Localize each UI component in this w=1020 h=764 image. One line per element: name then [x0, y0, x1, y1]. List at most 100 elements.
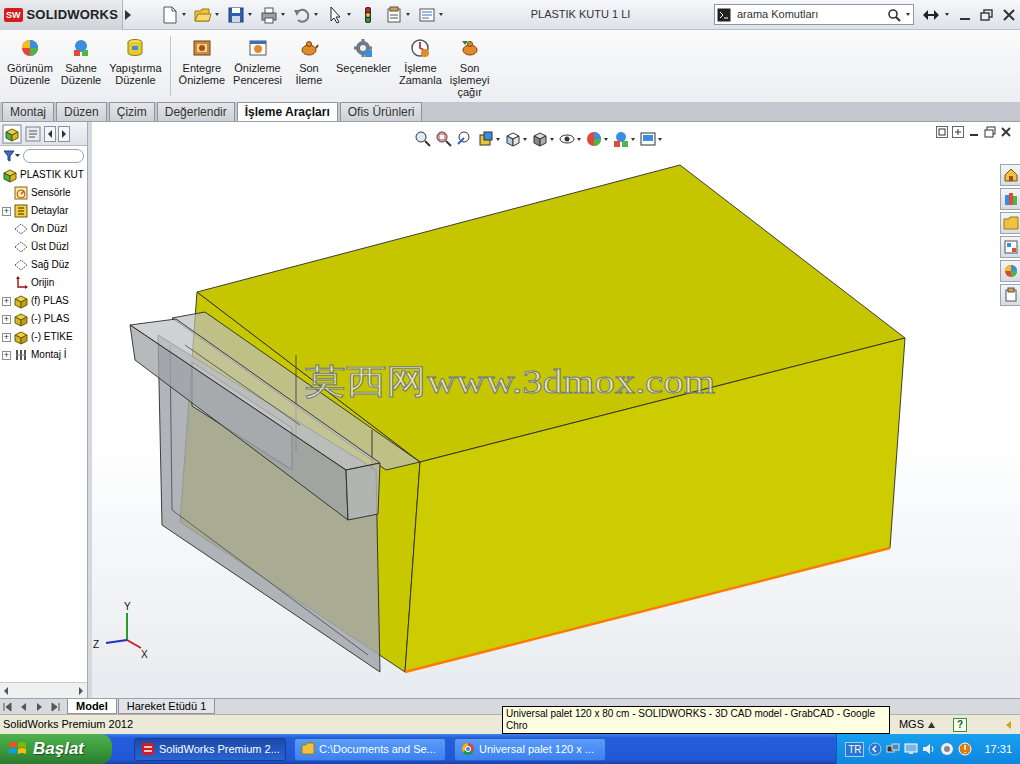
custom-properties-icon[interactable]: [1003, 287, 1019, 303]
tree-item[interactable]: Sensörle: [0, 184, 87, 202]
collapse-status-icon[interactable]: [1005, 720, 1012, 730]
task-pane-button[interactable]: [1000, 284, 1020, 306]
tree-item[interactable]: Üst Düzl: [0, 238, 87, 256]
new-document-icon[interactable]: [160, 5, 180, 25]
restore-icon[interactable]: [980, 9, 994, 21]
schedule-render-icon[interactable]: [410, 38, 430, 58]
dropdown-icon[interactable]: [522, 137, 528, 142]
box-model[interactable]: [130, 165, 905, 672]
ribbon-button[interactable]: Yapıştırma Düzenle: [106, 36, 164, 88]
ribbon-button[interactable]: Seçenekler: [333, 36, 394, 76]
zoom-fit-icon[interactable]: [414, 130, 432, 148]
volume-icon[interactable]: [922, 742, 936, 756]
task-pane-button[interactable]: [1000, 236, 1020, 258]
hud-button[interactable]: [585, 130, 609, 148]
ribbon-button[interactable]: Görünüm Düzenle: [4, 36, 56, 88]
hud-button[interactable]: [504, 130, 528, 148]
integrated-preview-icon[interactable]: [192, 38, 212, 58]
toolbar-button[interactable]: [289, 5, 322, 25]
design-library-icon[interactable]: [1003, 191, 1019, 207]
horizontal-scrollbar[interactable]: [0, 682, 87, 698]
dropdown-icon[interactable]: [944, 12, 950, 17]
hud-button[interactable]: [456, 130, 474, 148]
hud-button[interactable]: [435, 130, 453, 148]
display-style-icon[interactable]: [531, 130, 549, 148]
command-tab[interactable]: İşleme Araçları: [237, 102, 338, 121]
hide-show-icon[interactable]: [558, 130, 576, 148]
dropdown-icon[interactable]: [313, 12, 319, 17]
expand-toggle[interactable]: +: [2, 207, 11, 216]
view-settings-icon[interactable]: [639, 130, 657, 148]
toolbar-button[interactable]: [190, 5, 223, 25]
dropdown-icon[interactable]: [495, 137, 501, 142]
hud-button[interactable]: [477, 130, 501, 148]
options-icon[interactable]: [417, 5, 437, 25]
file-properties-icon[interactable]: [384, 5, 404, 25]
command-tab[interactable]: Ofis Ürünleri: [340, 102, 423, 121]
scroll-left-icon[interactable]: [44, 126, 56, 142]
tree-item[interactable]: Sağ Düz: [0, 256, 87, 274]
hud-button[interactable]: [414, 130, 432, 148]
expand-toggle[interactable]: +: [2, 333, 11, 342]
restore-doc-icon[interactable]: [984, 126, 996, 138]
task-button[interactable]: SolidWorks Premium 2...: [134, 738, 286, 761]
tile-view-icon[interactable]: [936, 126, 948, 138]
toolbar-button[interactable]: [322, 5, 355, 25]
file-explorer-icon[interactable]: [1003, 215, 1019, 231]
feature-manager-tab-icon[interactable]: [2, 124, 22, 144]
unit-menu-icon[interactable]: [928, 722, 935, 728]
network-icon[interactable]: [886, 742, 900, 756]
scroll-left-icon[interactable]: [0, 684, 12, 698]
dropdown-icon[interactable]: [247, 12, 253, 17]
expand-toggle[interactable]: +: [2, 315, 11, 324]
command-tab[interactable]: Değerlendir: [157, 102, 235, 121]
decal-icon[interactable]: [125, 38, 145, 58]
minimize-icon[interactable]: [958, 9, 972, 21]
toolbar-button[interactable]: [381, 5, 414, 25]
command-tab[interactable]: Çizim: [109, 102, 155, 121]
scene-icon[interactable]: [71, 38, 91, 58]
section-view-icon[interactable]: [477, 130, 495, 148]
select-icon[interactable]: [325, 5, 345, 25]
appearance-icon[interactable]: [585, 130, 603, 148]
model-tab[interactable]: Model: [67, 699, 117, 714]
dropdown-icon[interactable]: [549, 137, 555, 142]
close-icon[interactable]: [1002, 9, 1016, 21]
ribbon-button[interactable]: Son İleme: [287, 36, 331, 88]
dropdown-icon[interactable]: [630, 137, 636, 142]
dropdown-icon[interactable]: [181, 12, 187, 17]
options-gear-icon[interactable]: [353, 38, 373, 58]
expand-toggle[interactable]: +: [2, 297, 11, 306]
undo-icon[interactable]: [292, 5, 312, 25]
start-button[interactable]: Başlat: [0, 734, 112, 764]
toolbar-button[interactable]: [355, 5, 381, 25]
previous-tab-icon[interactable]: [18, 702, 30, 712]
hud-button[interactable]: [531, 130, 555, 148]
hud-button[interactable]: [612, 130, 636, 148]
final-render-icon[interactable]: [299, 38, 319, 58]
tree-item[interactable]: Orijin: [0, 274, 87, 292]
toolbar-button[interactable]: [256, 5, 289, 25]
view-orientation-icon[interactable]: [504, 130, 522, 148]
task-pane-button[interactable]: [1000, 260, 1020, 282]
expand-toggle[interactable]: +: [2, 351, 11, 360]
dropdown-icon[interactable]: [214, 12, 220, 17]
previous-view-icon[interactable]: [456, 130, 474, 148]
model-canvas[interactable]: 莫西网www.3dmox.comYZX: [92, 122, 1020, 698]
collapse-arrows-icon[interactable]: [922, 9, 940, 21]
recall-render-icon[interactable]: [460, 38, 480, 58]
command-tab[interactable]: Montaj: [2, 102, 54, 121]
minimize-doc-icon[interactable]: [968, 126, 980, 138]
next-tab-icon[interactable]: [34, 702, 46, 712]
antivirus-icon[interactable]: [940, 742, 954, 756]
preview-window-icon[interactable]: [248, 38, 268, 58]
language-indicator[interactable]: TR: [845, 742, 864, 757]
view-palette-icon[interactable]: [1003, 239, 1019, 255]
tree-item[interactable]: Ön Düzl: [0, 220, 87, 238]
dropdown-icon[interactable]: [603, 137, 609, 142]
open-folder-icon[interactable]: [193, 5, 213, 25]
rebuild-icon[interactable]: [358, 5, 378, 25]
dropdown-icon[interactable]: [905, 12, 911, 17]
first-tab-icon[interactable]: [2, 702, 14, 712]
print-icon[interactable]: [259, 5, 279, 25]
